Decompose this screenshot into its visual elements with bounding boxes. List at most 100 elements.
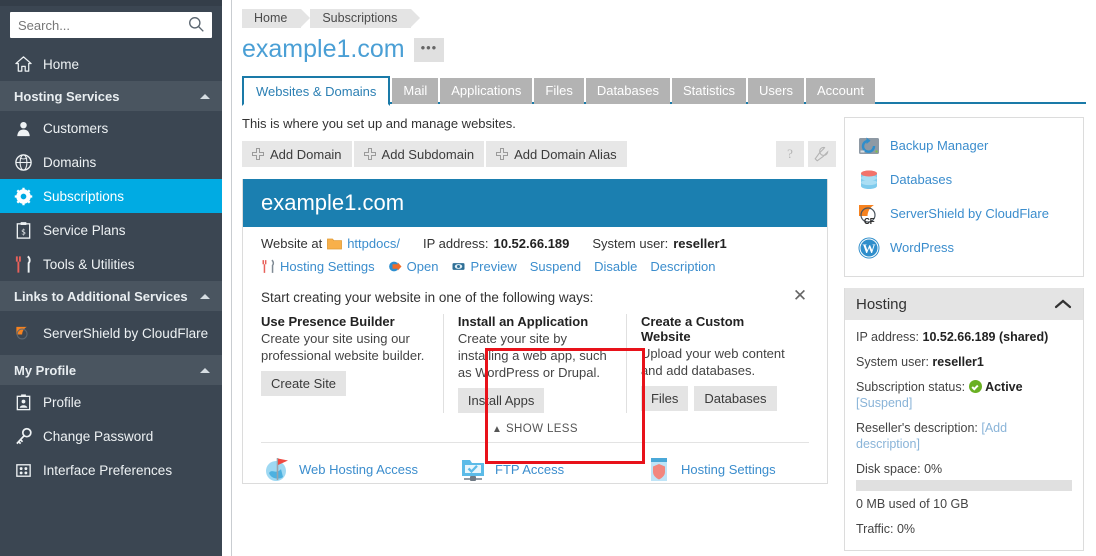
sidebar-item-service-plans[interactable]: $ Service Plans bbox=[0, 213, 222, 247]
svg-text:W: W bbox=[863, 241, 876, 256]
sidebar-item-label: Profile bbox=[43, 394, 82, 410]
sidebar-item-customers[interactable]: Customers bbox=[0, 111, 222, 145]
docroot-link[interactable]: httpdocs/ bbox=[347, 236, 400, 251]
databases-label: Databases bbox=[890, 172, 953, 187]
wordpress-label: WordPress bbox=[890, 240, 955, 255]
hosting-settings-link[interactable]: Hosting Settings bbox=[261, 259, 375, 274]
tab-websites-domains[interactable]: Websites & Domains bbox=[242, 76, 391, 106]
add-domain-alias-label: Add Domain Alias bbox=[514, 146, 617, 162]
add-subdomain-button[interactable]: Add Subdomain bbox=[353, 141, 485, 167]
files-button[interactable]: Files bbox=[640, 386, 689, 411]
bottom-links: Web Hosting Access FTP Access Hosting Se… bbox=[263, 455, 827, 483]
hosting-ip-label: IP address: bbox=[856, 330, 920, 344]
sidebar-section-hosting-services[interactable]: Hosting Services bbox=[0, 81, 222, 111]
search-icon[interactable] bbox=[188, 16, 205, 33]
sidebar-item-domains[interactable]: Domains bbox=[0, 145, 222, 179]
help-button[interactable]: ? bbox=[776, 141, 804, 167]
suspend-link[interactable]: [Suspend] bbox=[856, 396, 912, 410]
open-link[interactable]: Open bbox=[388, 259, 438, 274]
site-name: example1.com bbox=[261, 190, 405, 215]
sidebar-item-servershield-cloudflare[interactable]: ServerShield by CloudFlare bbox=[0, 311, 222, 355]
globe-icon bbox=[15, 153, 32, 171]
hosting-sysuser-row: System user: reseller1 bbox=[856, 354, 1072, 370]
wordpress-link[interactable]: W WordPress bbox=[845, 231, 1083, 265]
breadcrumb-item-subscriptions[interactable]: Subscriptions bbox=[310, 9, 421, 28]
hosting-disk-usage: 0 MB used of 10 GB bbox=[856, 497, 969, 511]
site-info-line: Website at httpdocs/ IP address: 10.52.6… bbox=[261, 236, 827, 251]
settings-wrench-button[interactable] bbox=[808, 141, 836, 167]
hosting-settings-bottom-link[interactable]: Hosting Settings bbox=[645, 455, 776, 483]
install-apps-button[interactable]: Install Apps bbox=[457, 388, 545, 413]
arrow-globe-icon bbox=[388, 261, 402, 272]
show-less-label: SHOW LESS bbox=[505, 423, 578, 435]
web-hosting-access-link[interactable]: Web Hosting Access bbox=[263, 455, 459, 483]
sidebar-item-interface-preferences[interactable]: Interface Preferences bbox=[0, 453, 222, 487]
option-buttons: Files Databases bbox=[640, 386, 795, 411]
suspend-link[interactable]: Suspend bbox=[530, 259, 581, 274]
breadcrumb: Home Subscriptions bbox=[232, 0, 1096, 28]
ftp-access-link[interactable]: FTP Access bbox=[459, 455, 645, 483]
hosting-panel-header[interactable]: Hosting bbox=[845, 288, 1083, 320]
databases-link[interactable]: Databases bbox=[845, 163, 1083, 197]
plus-icon bbox=[252, 148, 264, 160]
sidebar-section-my-profile[interactable]: My Profile bbox=[0, 355, 222, 385]
breadcrumb-item-home[interactable]: Home bbox=[242, 9, 311, 28]
sidebar-item-change-password[interactable]: Change Password bbox=[0, 419, 222, 453]
chevron-up-icon[interactable] bbox=[1054, 298, 1072, 310]
sidebar-item-home[interactable]: Home bbox=[0, 47, 222, 81]
sidebar-item-profile[interactable]: Profile bbox=[0, 385, 222, 419]
tab-databases[interactable]: Databases bbox=[585, 78, 670, 104]
hosting-status-row: Subscription status: Active [Suspend] bbox=[856, 379, 1072, 411]
sidebar-item-subscriptions[interactable]: Subscriptions bbox=[0, 179, 222, 213]
more-actions-button[interactable]: ••• bbox=[413, 37, 445, 62]
plesk-admin-window: Home Hosting Services Customers Domains bbox=[0, 0, 1096, 556]
search-box[interactable] bbox=[10, 12, 212, 38]
backup-manager-link[interactable]: Backup Manager bbox=[845, 129, 1083, 163]
sidebar-item-label: Domains bbox=[43, 154, 97, 170]
search-input[interactable] bbox=[10, 13, 212, 37]
create-site-button[interactable]: Create Site bbox=[261, 371, 347, 396]
plus-icon bbox=[363, 148, 376, 160]
site-info: Website at httpdocs/ IP address: 10.52.6… bbox=[243, 227, 827, 274]
preview-link[interactable]: Preview bbox=[451, 259, 517, 274]
web-hosting-access-label: Web Hosting Access bbox=[299, 461, 418, 477]
option-text: Create your site using our professional … bbox=[261, 331, 425, 363]
sidebar-section-label: Hosting Services bbox=[14, 88, 120, 104]
option-heading: Create a Custom Website bbox=[640, 314, 745, 344]
wrench-icon bbox=[814, 146, 829, 162]
sidebar-section-label: My Profile bbox=[14, 362, 77, 378]
add-domain-button[interactable]: Add Domain bbox=[242, 141, 352, 167]
start-creating-section: Start creating your website in one of th… bbox=[261, 287, 809, 413]
servershield-cloudflare-label: ServerShield by CloudFlare bbox=[890, 206, 1049, 221]
folder-icon bbox=[327, 238, 343, 250]
quick-links-box: Backup Manager Databases CF ServerShield… bbox=[844, 117, 1084, 277]
page-title[interactable]: example1.com bbox=[242, 35, 405, 64]
profile-icon bbox=[16, 393, 31, 410]
hosting-reseller-row: Reseller's description: [Add description… bbox=[856, 420, 1072, 452]
show-less-toggle[interactable]: ▲ SHOW LESS bbox=[261, 423, 809, 443]
user-icon bbox=[17, 121, 30, 136]
page-title-row: example1.com ••• bbox=[232, 28, 1096, 64]
tab-files[interactable]: Files bbox=[534, 78, 584, 104]
sidebar-section-links-additional-services[interactable]: Links to Additional Services bbox=[0, 281, 222, 311]
tab-mail[interactable]: Mail bbox=[392, 78, 439, 104]
databases-button[interactable]: Databases bbox=[694, 386, 777, 411]
close-icon[interactable]: ✕ bbox=[791, 287, 809, 306]
sidebar-item-label: Interface Preferences bbox=[43, 462, 173, 478]
servershield-cloudflare-link[interactable]: CF ServerShield by CloudFlare bbox=[845, 197, 1083, 231]
option-text: Create your site by installing a web app… bbox=[457, 331, 607, 380]
system-user-label: System user: bbox=[592, 236, 669, 251]
tab-applications[interactable]: Applications bbox=[440, 78, 533, 104]
search-container bbox=[0, 6, 222, 47]
disable-link[interactable]: Disable bbox=[594, 259, 637, 274]
sidebar-item-tools-utilities[interactable]: Tools & Utilities bbox=[0, 247, 222, 281]
tab-statistics[interactable]: Statistics bbox=[671, 78, 746, 104]
tab-account[interactable]: Account bbox=[805, 78, 875, 104]
cloudflare-icon: CF bbox=[859, 205, 876, 226]
tab-users[interactable]: Users bbox=[748, 78, 804, 104]
tools-icon bbox=[15, 255, 31, 273]
site-card-header: example1.com bbox=[243, 179, 827, 227]
add-domain-alias-button[interactable]: Add Domain Alias bbox=[486, 141, 627, 167]
hosting-settings-bottom-label: Hosting Settings bbox=[681, 461, 776, 477]
description-link[interactable]: Description bbox=[650, 259, 715, 274]
